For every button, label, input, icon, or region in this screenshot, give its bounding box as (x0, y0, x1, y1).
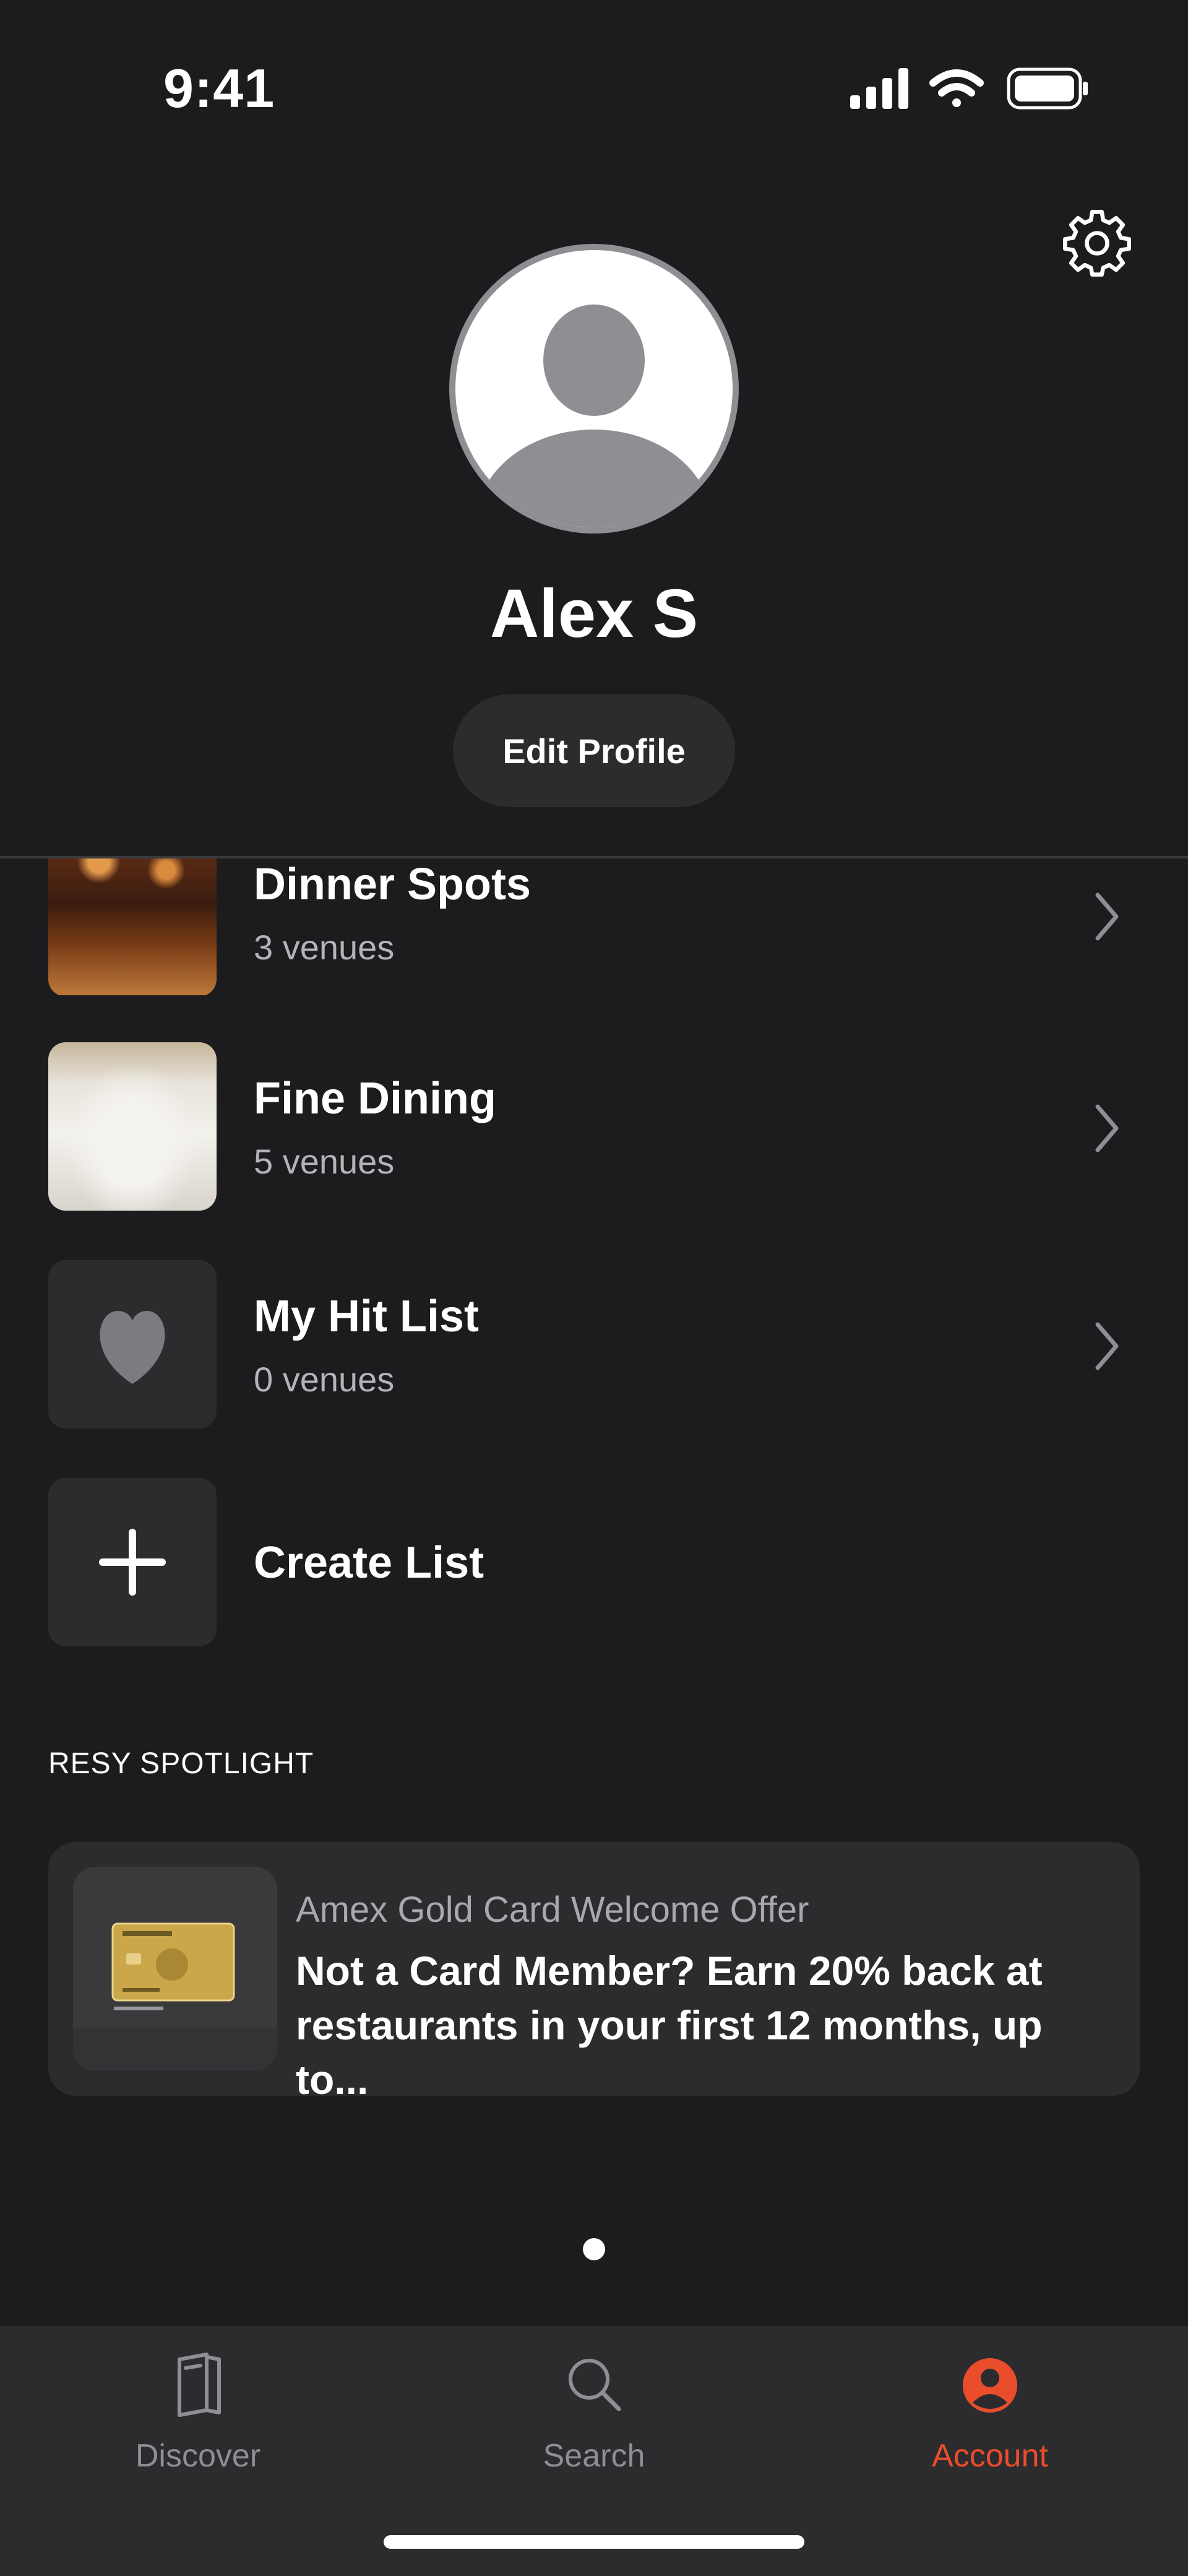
fine-dining-thumbnail (48, 1042, 217, 1211)
home-indicator[interactable] (384, 2535, 804, 2549)
account-icon (963, 2358, 1017, 2413)
chevron-right-icon (1095, 1322, 1119, 1370)
edit-profile-button[interactable]: Edit Profile (453, 694, 735, 807)
list-title: Fine Dining (254, 1074, 496, 1123)
hit-list-thumbnail (48, 1260, 217, 1428)
list-item-dinner-spots[interactable]: Dinner Spots 3 venues (0, 858, 1188, 995)
list-title: My Hit List (254, 1292, 480, 1341)
status-time: 9:41 (163, 58, 275, 119)
tab-label: Discover (135, 2438, 261, 2474)
list-item-fine-dining[interactable]: Fine Dining 5 venues (0, 1042, 1188, 1213)
tab-label: Search (543, 2438, 645, 2474)
amex-card-image (73, 1867, 277, 2071)
book-icon (178, 2353, 221, 2417)
battery-icon (1007, 67, 1088, 110)
page-indicator-dot (583, 2238, 605, 2260)
spotlight-heading: RESY SPOTLIGHT (48, 1747, 314, 1780)
create-list-label: Create List (254, 1538, 484, 1588)
spotlight-card[interactable]: Amex Gold Card Welcome Offer Not a Card … (48, 1842, 1140, 2103)
list-subtitle: 3 venues (254, 928, 395, 967)
status-icons (850, 67, 1088, 110)
plus-icon (99, 1529, 166, 1596)
tab-label: Account (932, 2438, 1048, 2474)
heart-icon (100, 1311, 165, 1384)
search-icon (569, 2359, 621, 2411)
list-title: Dinner Spots (254, 860, 532, 909)
list-subtitle: 5 venues (254, 1142, 395, 1181)
chevron-right-icon (1095, 893, 1119, 941)
divider (0, 856, 1188, 858)
dinner-spots-thumbnail (48, 858, 217, 995)
default-user-icon (476, 305, 712, 527)
wifi-icon (929, 69, 984, 107)
chevron-right-icon (1095, 1104, 1119, 1152)
tab-search[interactable]: Search (396, 2326, 792, 2512)
avatar[interactable] (449, 244, 739, 534)
spotlight-title: Not a Card Member? Earn 20% back at rest… (296, 1948, 1043, 2103)
settings-gear-icon[interactable] (1063, 209, 1131, 277)
tab-discover[interactable]: Discover (0, 2326, 396, 2512)
tab-account[interactable]: Account (792, 2326, 1188, 2512)
create-list-thumbnail (48, 1478, 217, 1646)
profile-name: Alex S (489, 576, 699, 652)
create-list-button[interactable]: Create List (0, 1478, 1188, 1649)
list-subtitle: 0 venues (254, 1360, 395, 1399)
list-item-my-hit-list[interactable]: My Hit List 0 venues (0, 1260, 1188, 1431)
spotlight-label: Amex Gold Card Welcome Offer (296, 1890, 809, 1930)
cellular-signal-icon (850, 68, 908, 109)
